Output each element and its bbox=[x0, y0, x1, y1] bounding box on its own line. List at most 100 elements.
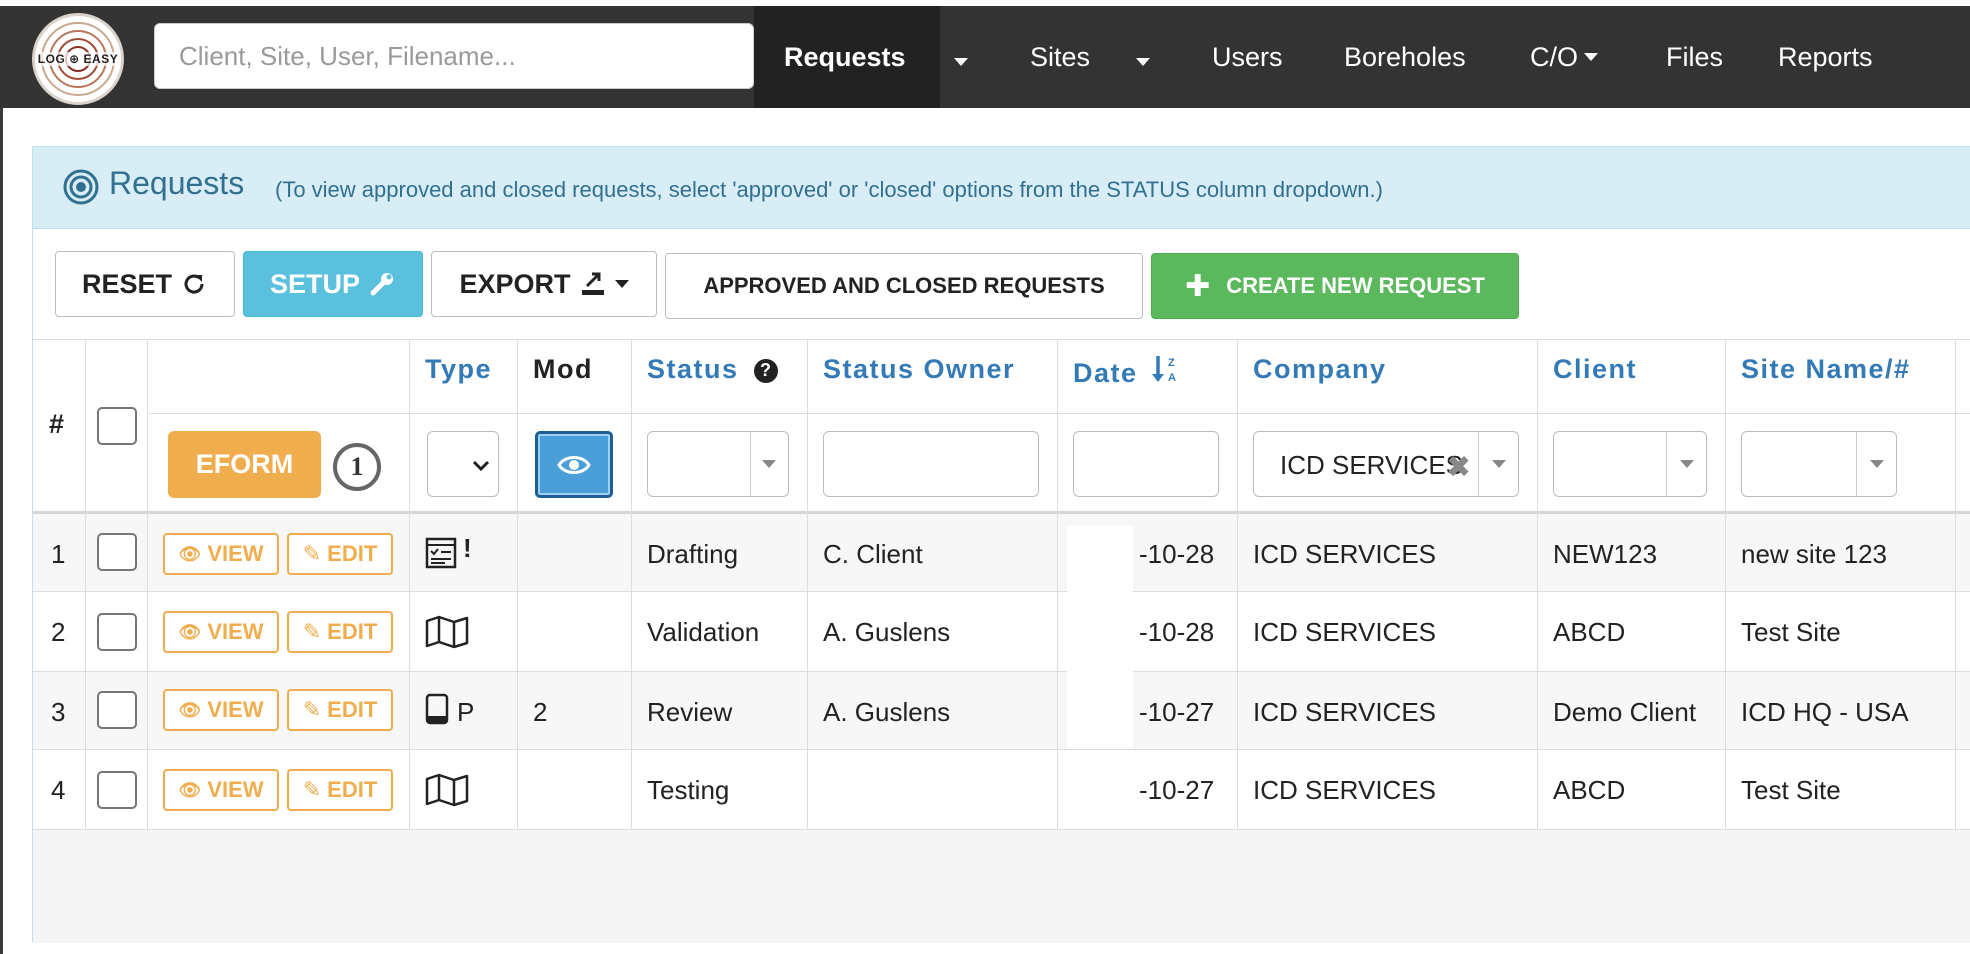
owner-value: A. Guslens bbox=[823, 697, 951, 727]
logo[interactable]: LOG ⊕ EASY bbox=[32, 13, 124, 105]
site-filter-select[interactable] bbox=[1741, 431, 1897, 497]
svg-text:A: A bbox=[1168, 372, 1177, 384]
clear-company-filter-icon[interactable]: ✖ bbox=[1446, 450, 1471, 485]
type-filter-select[interactable] bbox=[427, 431, 499, 497]
setup-button[interactable]: SETUP bbox=[243, 251, 423, 317]
view-button[interactable]: 👁 VIEW bbox=[163, 689, 279, 731]
status-value: Testing bbox=[647, 775, 730, 805]
row-num: 1 bbox=[51, 539, 66, 569]
view-button[interactable]: 👁 VIEW bbox=[163, 611, 279, 653]
owner-value: C. Client bbox=[823, 539, 923, 569]
create-new-request-button[interactable]: ✚ CREATE NEW REQUEST bbox=[1151, 253, 1519, 319]
sites-dropdown-caret-icon[interactable] bbox=[1136, 58, 1150, 66]
header-status-label: Status bbox=[647, 354, 739, 384]
edit-button[interactable]: ✎ EDIT bbox=[287, 769, 393, 811]
nav-requests[interactable]: Requests bbox=[784, 6, 906, 108]
site-value: ICD HQ - USA bbox=[1741, 697, 1909, 727]
bullseye-icon bbox=[63, 169, 99, 205]
nav-co-label: C/O bbox=[1530, 41, 1579, 72]
requests-panel: Requests (To view approved and closed re… bbox=[32, 146, 1970, 943]
row-checkbox[interactable] bbox=[97, 691, 137, 729]
view-label: VIEW bbox=[207, 619, 264, 644]
approved-closed-requests-button[interactable]: APPROVED AND CLOSED REQUESTS bbox=[665, 253, 1143, 319]
search-input[interactable] bbox=[154, 23, 754, 89]
view-button[interactable]: 👁 VIEW bbox=[163, 533, 279, 575]
owner-value: A. Guslens bbox=[823, 617, 951, 647]
row-num: 4 bbox=[51, 775, 66, 805]
view-label: VIEW bbox=[207, 697, 264, 722]
header-mod: Mod bbox=[533, 354, 593, 384]
status-filter-select[interactable] bbox=[647, 431, 789, 497]
header-type[interactable]: Type bbox=[425, 354, 492, 385]
eye-icon: 👁 bbox=[178, 699, 202, 720]
header-company[interactable]: Company bbox=[1253, 354, 1387, 385]
mod-view-toggle-button[interactable] bbox=[535, 431, 613, 498]
panel-heading: Requests (To view approved and closed re… bbox=[33, 147, 1970, 229]
header-date[interactable]: Date Z A bbox=[1073, 354, 1181, 389]
site-value: new site 123 bbox=[1741, 539, 1887, 569]
export-button[interactable]: EXPORT bbox=[431, 251, 657, 317]
header-status[interactable]: Status ? bbox=[647, 354, 778, 385]
site-value: Test Site bbox=[1741, 617, 1841, 647]
date-value: -10-27 bbox=[1139, 775, 1215, 805]
nav-boreholes[interactable]: Boreholes bbox=[1344, 6, 1466, 108]
header-site[interactable]: Site Name/# bbox=[1741, 354, 1911, 385]
export-icon bbox=[581, 272, 604, 295]
nav-users[interactable]: Users bbox=[1212, 6, 1283, 108]
eform-count: 1 bbox=[350, 452, 364, 481]
header-status-owner[interactable]: Status Owner bbox=[823, 354, 1015, 385]
pencil-icon: ✎ bbox=[302, 619, 322, 644]
company-filter-select[interactable]: ICD SERVICES ✖ bbox=[1253, 431, 1519, 497]
row-checkbox[interactable] bbox=[97, 613, 137, 651]
eye-icon: 👁 bbox=[178, 621, 202, 642]
help-circle-icon[interactable]: ? bbox=[753, 358, 778, 383]
site-select-arrow-icon bbox=[1870, 460, 1884, 468]
date-value: -10-28 bbox=[1139, 617, 1215, 647]
client-filter-select[interactable] bbox=[1553, 431, 1707, 497]
type-extra-value: P bbox=[457, 697, 475, 727]
nav-sites-label: Sites bbox=[1030, 41, 1091, 72]
header-date-label: Date bbox=[1073, 358, 1138, 388]
eye-icon bbox=[557, 455, 591, 474]
date-filter-input[interactable] bbox=[1073, 431, 1219, 497]
header-client[interactable]: Client bbox=[1553, 354, 1637, 385]
nav-reports[interactable]: Reports bbox=[1778, 6, 1873, 108]
client-value: NEW123 bbox=[1553, 539, 1658, 569]
reset-button[interactable]: RESET bbox=[55, 251, 235, 317]
edit-button[interactable]: ✎ EDIT bbox=[287, 611, 393, 653]
status-value: Validation bbox=[647, 617, 760, 647]
chevron-down-icon bbox=[472, 460, 490, 472]
nav-co[interactable]: C/O bbox=[1530, 6, 1599, 108]
edit-label: EDIT bbox=[327, 697, 378, 722]
setup-button-label: SETUP bbox=[269, 268, 361, 299]
date-redaction-mask bbox=[1067, 525, 1133, 749]
logo-text: LOG ⊕ EASY bbox=[35, 52, 121, 66]
form-icon bbox=[425, 537, 457, 569]
eye-icon: 👁 bbox=[178, 779, 202, 800]
edit-button[interactable]: ✎ EDIT bbox=[287, 533, 393, 575]
eye-icon: 👁 bbox=[178, 543, 202, 564]
pencil-icon: ✎ bbox=[302, 777, 322, 802]
date-value: -10-27 bbox=[1139, 697, 1215, 727]
map-icon bbox=[425, 773, 469, 807]
co-dropdown-caret-icon bbox=[1584, 53, 1599, 61]
refresh-icon bbox=[184, 274, 204, 294]
eform-filter-button[interactable]: EFORM bbox=[168, 431, 321, 498]
tablet-icon bbox=[425, 693, 449, 725]
nav-sites[interactable]: Sites bbox=[1030, 6, 1090, 108]
edit-button[interactable]: ✎ EDIT bbox=[287, 689, 393, 731]
status-owner-filter-input[interactable] bbox=[823, 431, 1039, 497]
row-num: 2 bbox=[51, 617, 66, 647]
export-dropdown-caret-icon bbox=[614, 280, 629, 288]
row-checkbox[interactable] bbox=[97, 771, 137, 809]
view-button[interactable]: 👁 VIEW bbox=[163, 769, 279, 811]
export-button-label: EXPORT bbox=[459, 268, 571, 299]
page-title: Requests bbox=[109, 165, 245, 201]
mod-value: 2 bbox=[533, 697, 548, 727]
row-checkbox[interactable] bbox=[97, 533, 137, 571]
requests-dropdown-caret-icon[interactable] bbox=[954, 58, 968, 66]
select-all-checkbox[interactable] bbox=[97, 407, 137, 445]
client-value: ABCD bbox=[1553, 775, 1626, 805]
nav-files[interactable]: Files bbox=[1666, 6, 1723, 108]
create-new-request-label: CREATE NEW REQUEST bbox=[1226, 273, 1485, 298]
